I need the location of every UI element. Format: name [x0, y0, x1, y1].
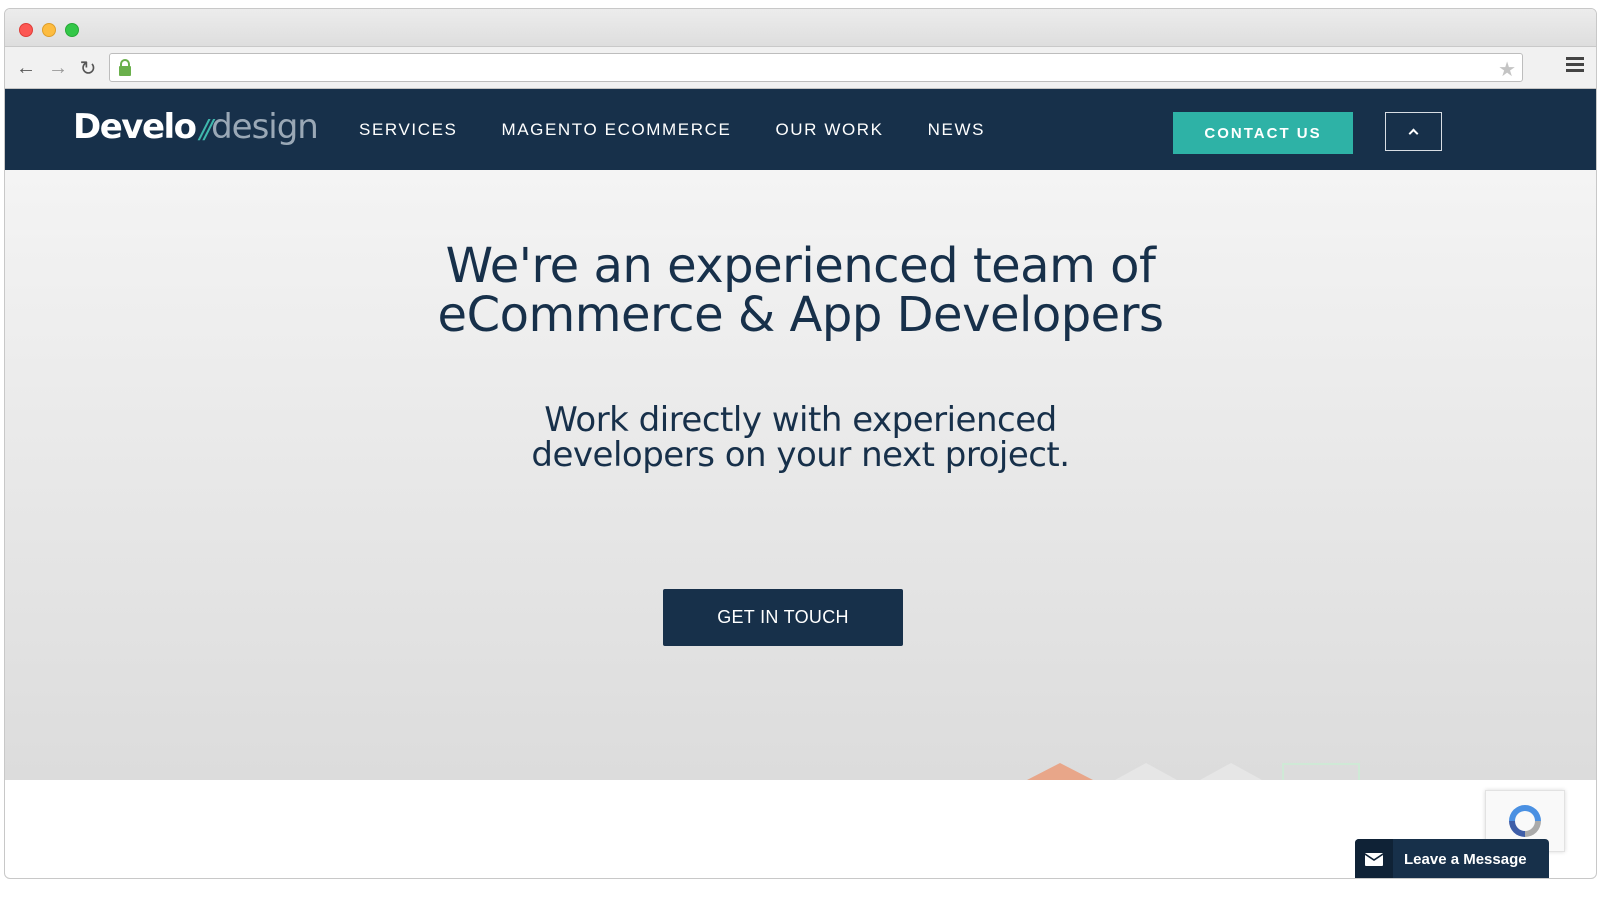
star-icon[interactable]: ★: [1498, 57, 1516, 82]
lock-icon: [119, 59, 131, 76]
logo-bold-text: Develo: [73, 107, 197, 147]
browser-window: ← → ↻ ★ Develo // design SERVICES MAGENT…: [4, 8, 1597, 879]
forward-icon[interactable]: →: [45, 55, 71, 81]
envelope-icon: [1365, 853, 1383, 866]
address-bar[interactable]: ★: [109, 53, 1523, 82]
close-window-button[interactable]: [19, 23, 33, 37]
nav-our-work[interactable]: OUR WORK: [775, 120, 883, 140]
contact-us-button[interactable]: CONTACT US: [1173, 112, 1353, 154]
logo-light-text: design: [211, 107, 319, 147]
chevron-up-icon: [1408, 128, 1419, 139]
recaptcha-icon: [1509, 805, 1541, 837]
nav-magento-ecommerce[interactable]: MAGENTO ECOMMERCE: [501, 120, 731, 140]
reload-icon[interactable]: ↻: [75, 55, 101, 81]
main-nav: SERVICES MAGENTO ECOMMERCE OUR WORK NEWS: [359, 89, 1029, 170]
site-header: Develo // design SERVICES MAGENTO ECOMME…: [5, 89, 1596, 170]
menu-icon[interactable]: [1566, 57, 1584, 73]
web-page: Develo // design SERVICES MAGENTO ECOMME…: [5, 89, 1596, 878]
hero-subtitle-line-1: Work directly with experienced: [544, 400, 1057, 440]
nav-news[interactable]: NEWS: [928, 120, 985, 140]
logo-slash: //: [199, 115, 213, 145]
leave-message-widget[interactable]: Leave a Message: [1355, 839, 1549, 878]
site-logo[interactable]: Develo // design: [73, 107, 319, 151]
decorative-shape: [1115, 763, 1177, 780]
maximize-window-button[interactable]: [65, 23, 79, 37]
browser-toolbar: ← → ↻ ★: [5, 47, 1596, 89]
mail-icon-box: [1355, 839, 1393, 878]
title-bar: [5, 9, 1596, 47]
nav-services[interactable]: SERVICES: [359, 120, 457, 140]
hero-section: We're an experienced team of eCommerce &…: [5, 170, 1596, 780]
hero-subtitle: Work directly with experienced developer…: [5, 403, 1596, 473]
decorative-shape: [1027, 763, 1093, 780]
decorative-shape: [1282, 763, 1360, 780]
hero-title: We're an experienced team of eCommerce &…: [5, 242, 1596, 340]
hero-subtitle-line-2: developers on your next project.: [531, 435, 1070, 475]
leave-message-label: Leave a Message: [1404, 851, 1527, 868]
collapse-toggle-button[interactable]: [1385, 112, 1442, 151]
hero-title-line-2: eCommerce & App Developers: [437, 287, 1164, 343]
get-in-touch-button[interactable]: GET IN TOUCH: [663, 589, 903, 646]
hero-title-line-1: We're an experienced team of: [445, 238, 1156, 294]
minimize-window-button[interactable]: [42, 23, 56, 37]
decorative-shape: [1200, 763, 1262, 780]
back-icon[interactable]: ←: [13, 55, 39, 81]
